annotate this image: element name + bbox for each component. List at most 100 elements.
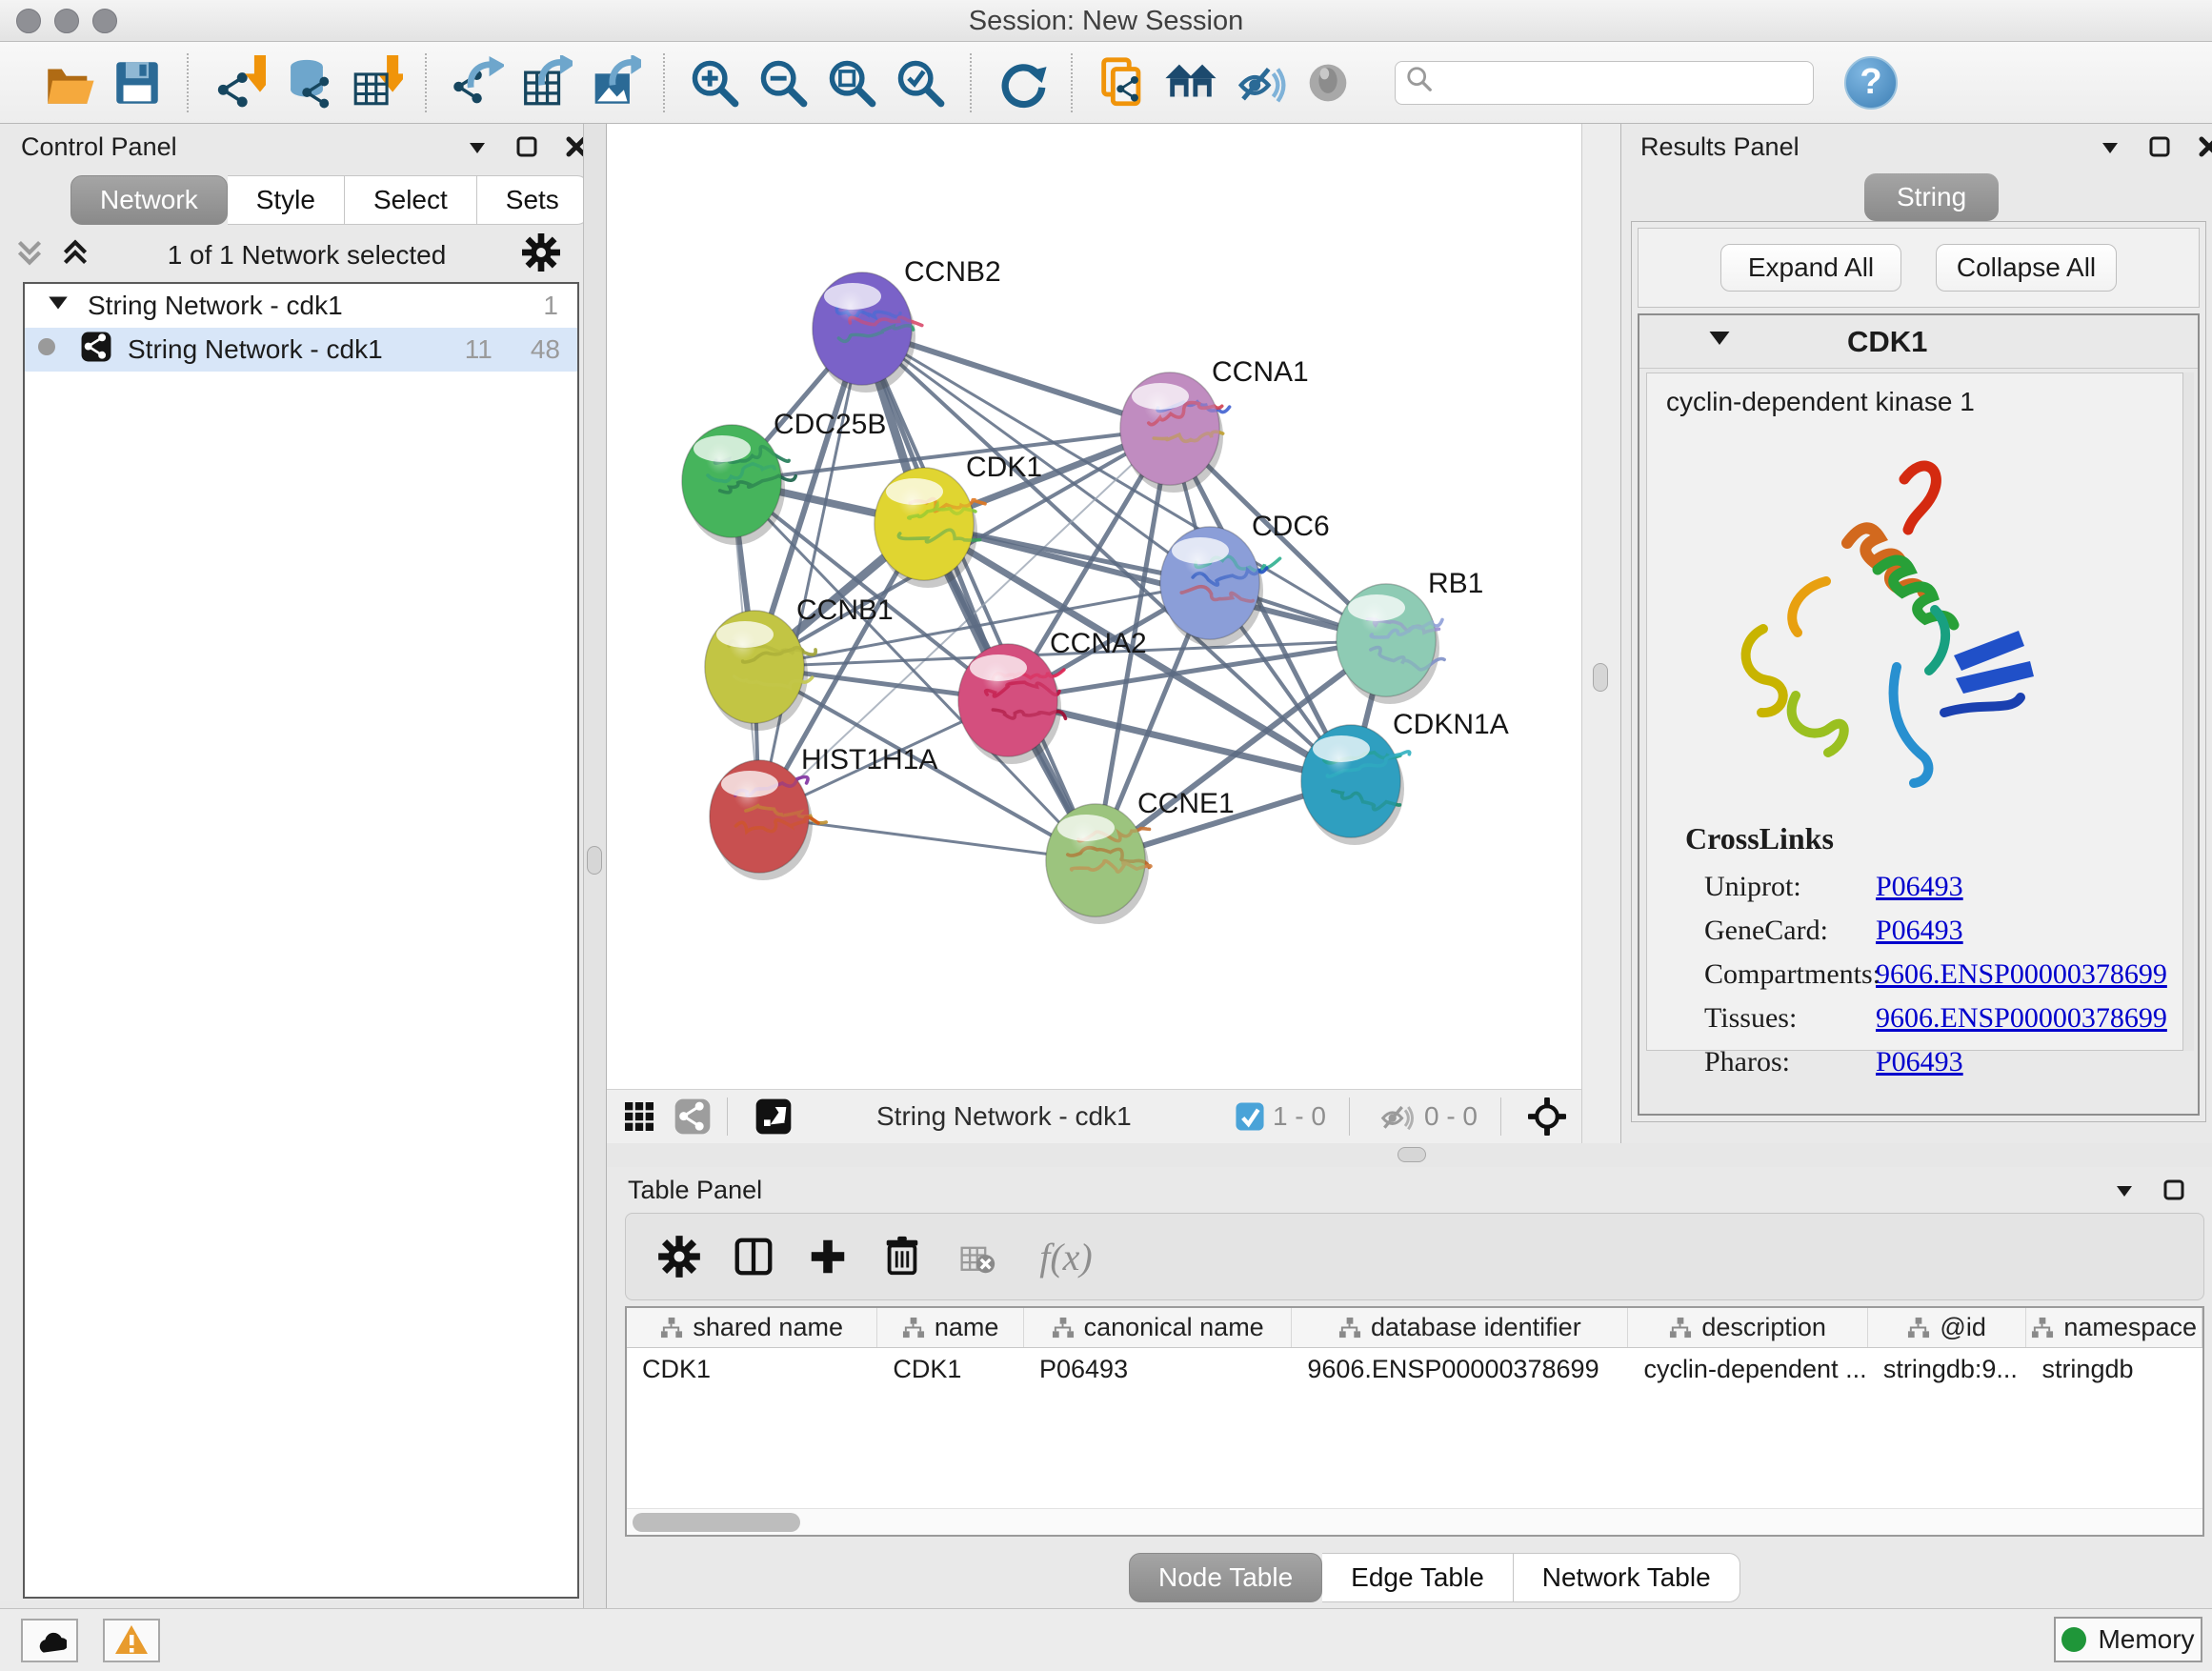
node-CDKN1A[interactable]: CDKN1A (1301, 709, 1509, 845)
node-CDK1[interactable]: CDK1 (875, 452, 1042, 588)
selected-checkbox[interactable] (1235, 1101, 1265, 1132)
expand-all-networks-icon[interactable] (59, 234, 91, 277)
tab-select[interactable]: Select (345, 175, 477, 225)
splitter-handle[interactable] (587, 846, 602, 875)
splitter-handle[interactable] (1398, 1147, 1426, 1162)
scrollbar-thumb[interactable] (633, 1513, 800, 1532)
export-image-button[interactable] (579, 49, 648, 117)
collapse-all-networks-icon[interactable] (13, 234, 46, 277)
network-options-gear-icon[interactable] (522, 233, 560, 278)
network-canvas[interactable]: CCNB2CCNA1CDC25BCDK1CDC6RB1CCNB1CCNA2CDK… (607, 124, 1581, 1089)
cell-@id[interactable]: stringdb:9... (1868, 1355, 2027, 1384)
delete-table-button[interactable] (946, 1226, 1007, 1287)
results-panel-splitter[interactable] (1581, 124, 1621, 1143)
open-session-button[interactable] (34, 49, 103, 117)
search-icon (1405, 65, 1434, 100)
crosslink-value-link[interactable]: P06493 (1876, 871, 1963, 903)
table-horizontal-scrollbar[interactable] (627, 1508, 2202, 1535)
tab-edge-table[interactable]: Edge Table (1322, 1553, 1514, 1602)
zoom-in-button[interactable] (680, 49, 749, 117)
clone-network-button[interactable] (1088, 49, 1156, 117)
zoom-selected-button[interactable] (886, 49, 955, 117)
collapse-all-button[interactable]: Collapse All (1936, 244, 2117, 292)
window-zoom-button[interactable] (92, 9, 117, 33)
collapse-triangle-icon[interactable] (1706, 325, 1733, 358)
delete-column-button[interactable] (872, 1226, 933, 1287)
window-minimize-button[interactable] (54, 9, 79, 33)
node-HIST1H1A[interactable]: HIST1H1A (710, 744, 937, 880)
cell-description[interactable]: cyclin-dependent ... (1628, 1355, 1867, 1384)
show-columns-button[interactable] (723, 1226, 784, 1287)
network-tree-row[interactable]: String Network - cdk11 (25, 284, 577, 328)
crosslink-row: Pharos: P06493 (1704, 1040, 2181, 1084)
window-close-button[interactable] (16, 9, 41, 33)
tab-node-table[interactable]: Node Table (1129, 1553, 1322, 1602)
zoom-fit-button[interactable] (817, 49, 886, 117)
string-network-icon[interactable] (672, 1096, 714, 1137)
zoom-out-button[interactable] (749, 49, 817, 117)
cell-shared-name[interactable]: CDK1 (627, 1355, 877, 1384)
control-panel-float-icon[interactable] (514, 134, 539, 166)
home-button[interactable] (1156, 49, 1225, 117)
splitter-handle[interactable] (1593, 663, 1608, 692)
node-RB1[interactable]: RB1 (1337, 568, 1483, 704)
crosslink-value-link[interactable]: 9606.ENSP00000378699 (1876, 1002, 2167, 1035)
table-panel-float-icon[interactable] (2162, 1178, 2186, 1209)
export-table-button[interactable] (511, 49, 579, 117)
control-panel-splitter[interactable] (583, 124, 607, 1608)
crosslink-value-link[interactable]: P06493 (1876, 915, 1963, 947)
refresh-button[interactable] (987, 49, 1056, 117)
edge-CCNB2-CCNE1[interactable] (862, 329, 1096, 860)
crosslink-value-link[interactable]: 9606.ENSP00000378699 (1876, 958, 2167, 991)
cell-database-identifier[interactable]: 9606.ENSP00000378699 (1292, 1355, 1628, 1384)
table-row[interactable]: CDK1CDK1P064939606.ENSP00000378699cyclin… (627, 1348, 2202, 1390)
column-header-namespace[interactable]: namespace (2026, 1308, 2202, 1347)
warnings-button[interactable] (103, 1619, 160, 1662)
function-builder-button[interactable]: f(x) (1020, 1226, 1112, 1287)
table-settings-button[interactable] (649, 1226, 710, 1287)
expand-all-button[interactable]: Expand All (1720, 244, 1901, 292)
control-panel-collapse-icon[interactable] (465, 134, 490, 166)
cell-namespace[interactable]: stringdb (2026, 1355, 2202, 1384)
table-panel-collapse-icon[interactable] (2112, 1178, 2137, 1209)
memory-button[interactable]: Memory (2054, 1617, 2202, 1662)
cell-name[interactable]: CDK1 (877, 1355, 1024, 1384)
column-header-name[interactable]: name (877, 1308, 1024, 1347)
tab-string[interactable]: String (1864, 173, 1999, 221)
column-header-description[interactable]: description (1628, 1308, 1867, 1347)
table-panel-splitter[interactable] (607, 1143, 2212, 1167)
column-header-canonical-name[interactable]: canonical name (1024, 1308, 1292, 1347)
cell-canonical-name[interactable]: P06493 (1024, 1355, 1292, 1384)
gene-section-header[interactable]: CDK1 (1639, 315, 2198, 369)
show-all-button[interactable] (1294, 49, 1362, 117)
hidden-eye-icon[interactable] (1375, 1096, 1417, 1137)
grid-view-icon[interactable] (618, 1096, 660, 1137)
cloud-status-button[interactable] (21, 1619, 78, 1662)
results-panel-float-icon[interactable] (2147, 134, 2172, 166)
crosslink-value-link[interactable]: P06493 (1876, 1046, 1963, 1078)
import-network-button[interactable] (204, 49, 272, 117)
tab-network[interactable]: Network (70, 175, 228, 225)
expander-triangle-icon[interactable] (46, 291, 70, 322)
network-tree-row[interactable]: String Network - cdk11148 (25, 328, 577, 372)
add-column-button[interactable] (797, 1226, 858, 1287)
fit-selected-crosshair-icon[interactable] (1526, 1096, 1568, 1137)
tab-network-table[interactable]: Network Table (1514, 1553, 1740, 1602)
save-session-button[interactable] (103, 49, 171, 117)
results-panel-close-icon[interactable] (2197, 134, 2212, 166)
column-header-shared-name[interactable]: shared name (627, 1308, 877, 1347)
export-network-button[interactable] (442, 49, 511, 117)
search-input[interactable] (1441, 68, 1803, 97)
results-scrollbar[interactable] (2182, 372, 2194, 1051)
column-header-@id[interactable]: @id (1868, 1308, 2027, 1347)
results-panel-collapse-icon[interactable] (2098, 134, 2122, 166)
node-CDC6[interactable]: CDC6 (1160, 511, 1330, 647)
hide-selected-button[interactable] (1225, 49, 1294, 117)
tab-style[interactable]: Style (228, 175, 345, 225)
import-table-button[interactable] (341, 49, 410, 117)
column-header-database-identifier[interactable]: database identifier (1292, 1308, 1628, 1347)
help-button[interactable]: ? (1844, 56, 1898, 110)
import-database-button[interactable] (272, 49, 341, 117)
tab-sets[interactable]: Sets (477, 175, 589, 225)
birds-eye-view-icon[interactable] (753, 1096, 794, 1137)
